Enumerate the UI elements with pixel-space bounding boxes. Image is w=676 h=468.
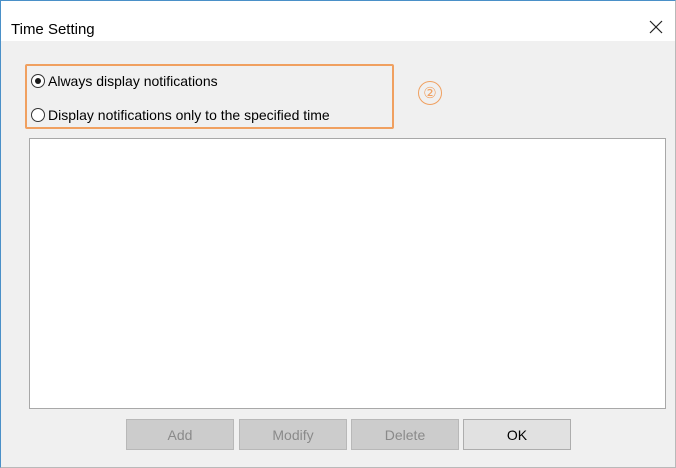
annotation-step-marker: ②	[418, 81, 442, 105]
dialog-body: Always display notifications Display not…	[1, 41, 675, 467]
radio-always-label: Always display notifications	[48, 73, 218, 89]
modify-button[interactable]: Modify	[239, 419, 347, 450]
radio-specified-label: Display notifications only to the specif…	[48, 107, 330, 123]
dialog-title: Time Setting	[11, 21, 95, 38]
title-bar: Time Setting	[1, 1, 675, 41]
add-button[interactable]: Add	[126, 419, 234, 450]
close-button[interactable]	[637, 13, 675, 41]
time-list-box[interactable]	[29, 138, 666, 409]
radio-always-display[interactable]: Always display notifications	[31, 73, 218, 89]
ok-button[interactable]: OK	[463, 419, 571, 450]
radio-button-unchecked[interactable]	[31, 108, 45, 122]
time-setting-dialog: Time Setting Always display notification…	[0, 0, 676, 468]
delete-button[interactable]: Delete	[351, 419, 459, 450]
radio-specified-time[interactable]: Display notifications only to the specif…	[31, 107, 330, 123]
close-icon	[649, 20, 663, 34]
radio-button-checked[interactable]	[31, 74, 45, 88]
